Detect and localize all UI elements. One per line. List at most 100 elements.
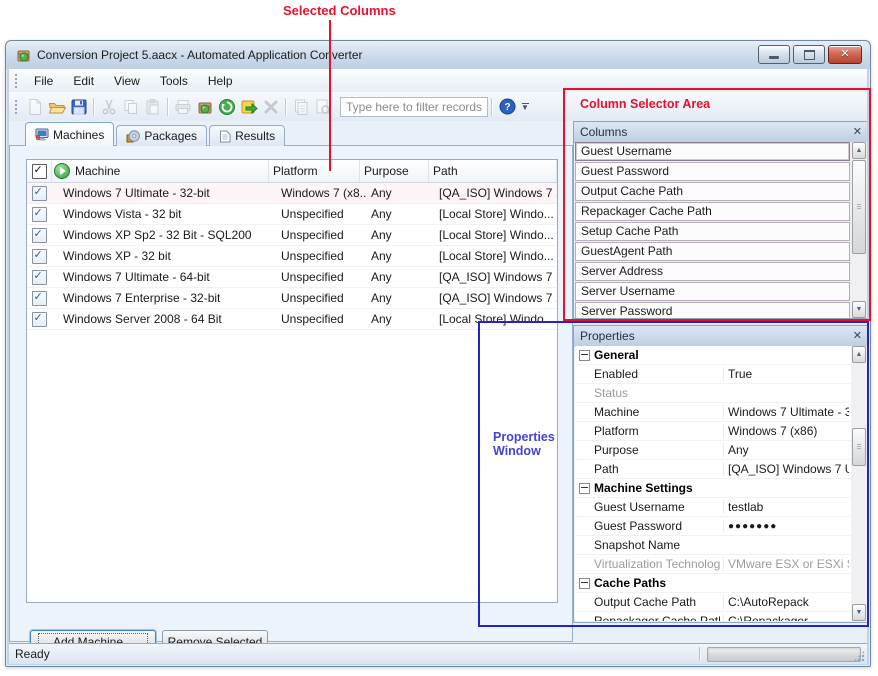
copy-report-button[interactable] (290, 96, 312, 118)
scrollbar-thumb[interactable] (852, 428, 866, 466)
toolbar-options-button[interactable]: ▼ (518, 97, 532, 117)
property-row[interactable]: Guest Usernametestlab (575, 498, 867, 517)
run-conversion-button[interactable] (238, 96, 260, 118)
property-row[interactable]: Output Cache PathC:\AutoRepack (575, 593, 867, 612)
print-icon (174, 98, 192, 116)
property-row[interactable]: Status (575, 384, 867, 403)
row-checkbox[interactable] (32, 186, 47, 201)
property-row[interactable]: MachineWindows 7 Ultimate - 3 (575, 403, 867, 422)
scroll-down-icon[interactable]: ▼ (852, 604, 866, 621)
property-row[interactable]: PlatformWindows 7 (x86) (575, 422, 867, 441)
scroll-up-icon[interactable]: ▲ (852, 142, 866, 159)
menu-help[interactable]: Help (198, 71, 243, 91)
property-group-row[interactable]: Machine Settings (575, 479, 867, 498)
close-icon[interactable]: ✕ (853, 127, 862, 138)
property-row[interactable]: Snapshot Name (575, 536, 867, 555)
column-item[interactable]: Guest Password (575, 162, 850, 181)
cut-button[interactable] (98, 96, 120, 118)
caption-buttons: ✕ (758, 45, 862, 64)
property-row[interactable]: Guest Password●●●●●●● (575, 517, 867, 536)
menubar-grip[interactable] (14, 73, 18, 88)
build-package-button[interactable] (194, 96, 216, 118)
save-project-button[interactable] (68, 96, 90, 118)
row-checkbox[interactable] (32, 249, 47, 264)
menu-tools[interactable]: Tools (150, 71, 198, 91)
column-item[interactable]: Guest Username (575, 142, 850, 161)
print-button[interactable] (172, 96, 194, 118)
maximize-button[interactable] (793, 45, 825, 64)
package-icon (196, 98, 214, 116)
table-row[interactable]: Windows XP Sp2 - 32 Bit - SQL200 Unspeci… (27, 225, 557, 246)
column-item[interactable]: Server Password (575, 302, 850, 318)
property-row[interactable]: PurposeAny (575, 441, 867, 460)
close-button[interactable]: ✕ (828, 45, 862, 64)
row-checkbox[interactable] (32, 270, 47, 285)
property-row[interactable]: Repackager Cache PathC:\Repackager (575, 612, 867, 621)
toolbar-grip[interactable] (14, 99, 18, 114)
add-machine-button[interactable]: Add Machine... (30, 630, 156, 644)
copy-button[interactable] (120, 96, 142, 118)
table-row[interactable]: Windows Server 2008 - 64 Bit Unspecified… (27, 309, 557, 330)
table-row[interactable]: Windows XP - 32 bit Unspecified Any [Loc… (27, 246, 557, 267)
property-row[interactable]: Path[QA_ISO] Windows 7 Ul (575, 460, 867, 479)
refresh-button[interactable] (216, 96, 238, 118)
column-item[interactable]: Repackager Cache Path (575, 202, 850, 221)
table-row[interactable]: Windows Vista - 32 bit Unspecified Any [… (27, 204, 557, 225)
row-checkbox[interactable] (32, 291, 47, 306)
column-item[interactable]: GuestAgent Path (575, 242, 850, 261)
column-header-purpose[interactable]: Purpose (360, 160, 429, 182)
remove-selected-button[interactable]: Remove Selected (162, 630, 268, 644)
column-header-platform[interactable]: Platform (269, 160, 360, 182)
scroll-up-icon[interactable]: ▲ (852, 346, 866, 363)
table-row[interactable]: Windows 7 Ultimate - 32-bit Windows 7 (x… (27, 183, 557, 204)
help-button[interactable]: ? (496, 96, 518, 118)
property-group-row[interactable]: General (575, 346, 867, 365)
table-row[interactable]: Windows 7 Enterprise - 32-bit Unspecifie… (27, 288, 557, 309)
column-header-machine[interactable]: Machine (52, 160, 269, 182)
paste-button[interactable] (142, 96, 164, 118)
tab-results-label: Results (235, 129, 275, 143)
properties-scrollbar[interactable]: ▲ ▼ (851, 346, 867, 621)
open-project-button[interactable] (46, 96, 68, 118)
property-row[interactable]: EnabledTrue (575, 365, 867, 384)
columns-scrollbar[interactable]: ▲ ▼ (851, 142, 867, 318)
table-row[interactable]: Windows 7 Ultimate - 64-bit Unspecified … (27, 267, 557, 288)
collapse-icon[interactable] (579, 483, 590, 494)
select-all-checkbox[interactable] (32, 164, 47, 179)
row-checkbox[interactable] (32, 312, 47, 327)
collapse-icon[interactable] (579, 578, 590, 589)
tab-machines-label: Machines (53, 128, 104, 142)
tab-packages[interactable]: Packages (116, 125, 207, 146)
columns-list: Guest Username Guest Password Output Cac… (575, 142, 867, 318)
column-item[interactable]: Setup Cache Path (575, 222, 850, 241)
properties-panel-header: Properties ✕ (574, 326, 867, 347)
titlebar: Conversion Project 5.aacx - Automated Ap… (6, 41, 870, 69)
menu-file[interactable]: File (24, 71, 63, 91)
row-checkbox[interactable] (32, 207, 47, 222)
property-row[interactable]: Virtualization TechnologVMware ESX or ES… (575, 555, 867, 574)
toolbar-separator (93, 98, 95, 116)
close-icon[interactable]: ✕ (853, 331, 862, 342)
row-checkbox[interactable] (32, 228, 47, 243)
minimize-button[interactable] (758, 45, 790, 64)
tab-machines[interactable]: Machines (25, 122, 114, 146)
tab-results[interactable]: Results (209, 125, 285, 146)
scrollbar-thumb[interactable] (852, 160, 866, 254)
stop-button[interactable] (260, 96, 282, 118)
property-group-row[interactable]: Cache Paths (575, 574, 867, 593)
column-item[interactable]: Server Address (575, 262, 850, 281)
collapse-icon[interactable] (579, 350, 590, 361)
minimize-icon (769, 56, 779, 59)
scroll-down-icon[interactable]: ▼ (852, 301, 866, 318)
menu-edit[interactable]: Edit (63, 71, 104, 91)
column-item[interactable]: Output Cache Path (575, 182, 850, 201)
column-item[interactable]: Server Username (575, 282, 850, 301)
toolbar: ? ▼ (9, 92, 867, 122)
table-header-row: Machine Platform Purpose Path (27, 160, 557, 183)
menu-bar: File Edit View Tools Help (9, 69, 867, 93)
refresh-icon (218, 98, 236, 116)
filter-records-input[interactable] (340, 97, 488, 117)
menu-view[interactable]: View (104, 71, 150, 91)
column-header-path[interactable]: Path (429, 160, 557, 182)
new-document-button[interactable] (24, 96, 46, 118)
